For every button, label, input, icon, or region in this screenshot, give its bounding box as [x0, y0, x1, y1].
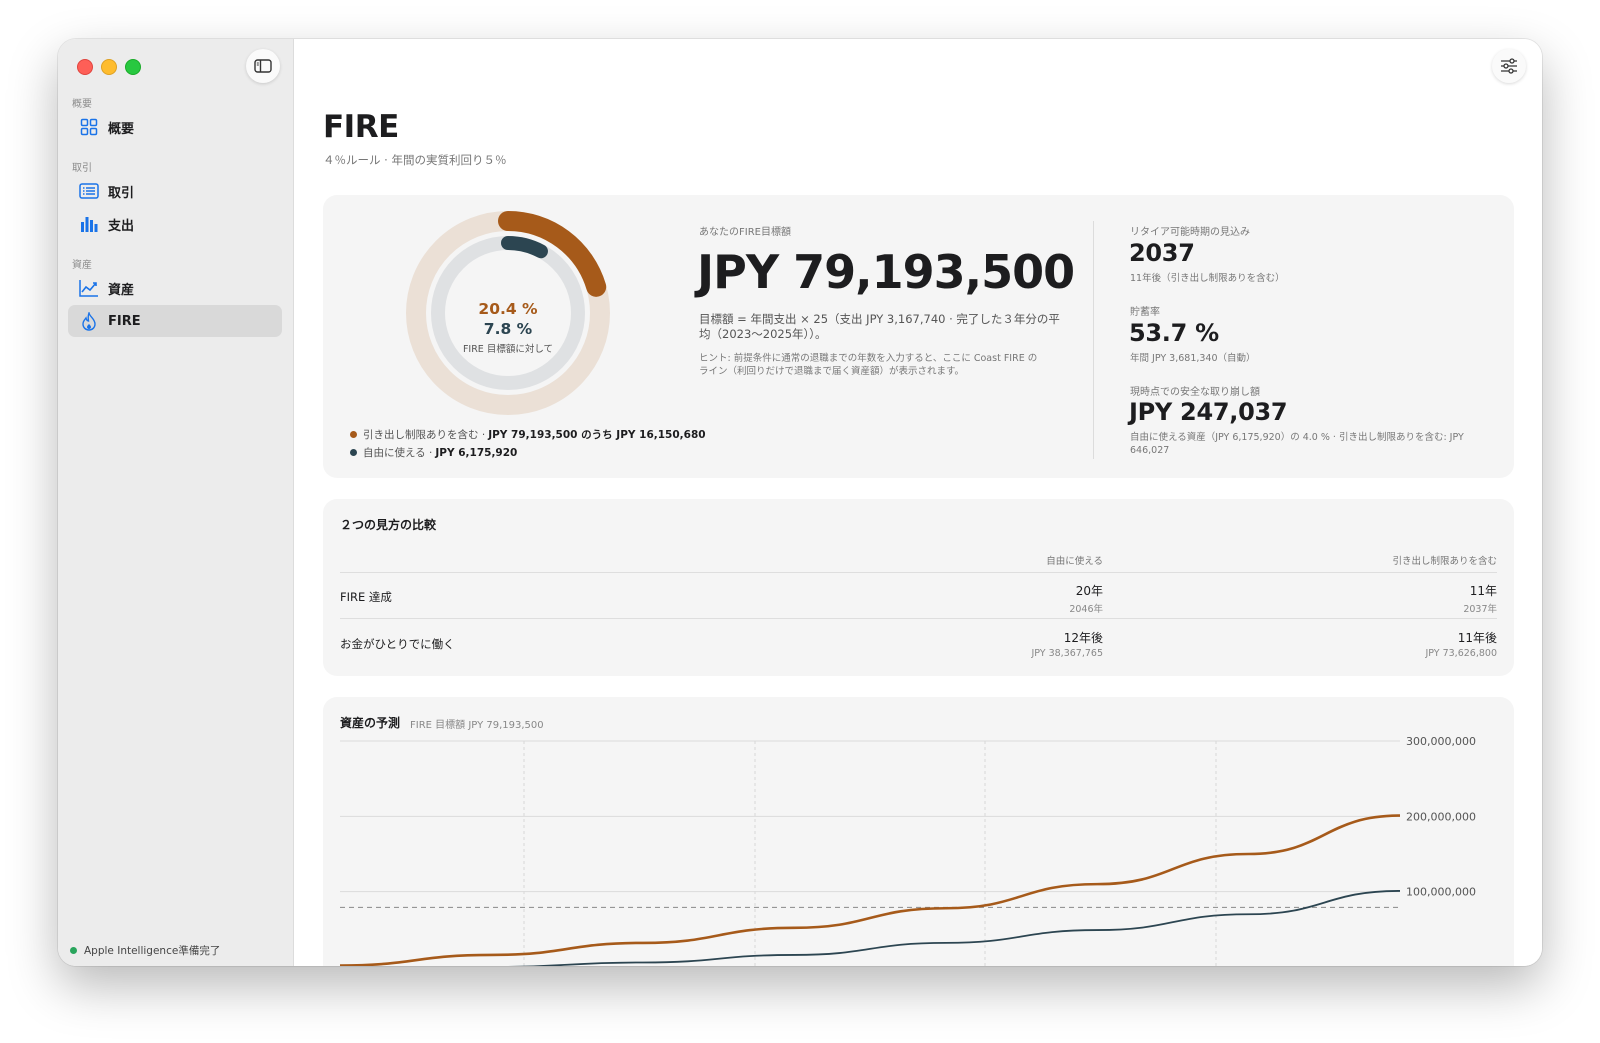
cell-sub: JPY 38,367,765 — [1031, 648, 1103, 659]
sidebar: 概要 概要 取引 取引 支出 資産 資産 FIRE Apple Intellig… — [58, 39, 294, 966]
cell-main: 20年 — [1075, 584, 1103, 598]
zoom-window-button[interactable] — [125, 59, 141, 75]
cell-main: 12年後 — [1063, 631, 1103, 645]
status-dot-icon — [70, 947, 77, 954]
goal-amount: JPY 79,193,500 — [697, 245, 1075, 299]
goal-hint: ヒント: 前提条件に通常の退職までの年数を入力すると、ここに Coast FIR… — [699, 353, 1038, 377]
savings-rate-value: 53.7 % — [1129, 319, 1219, 347]
status-text: Apple Intelligence準備完了 — [84, 945, 221, 957]
y-tick-label: 200,000,000 — [1406, 810, 1476, 823]
sidebar-section-transactions: 取引 — [72, 163, 92, 174]
fire-summary-card: 20.4 % 7.8 % FIRE 目標額に対して 引き出し制限ありを含む · … — [323, 195, 1514, 478]
status-indicator: Apple Intelligence準備完了 — [70, 943, 220, 958]
projection-card: 資産の予測 FIRE 目標額 JPY 79,193,500 300,000,00… — [323, 697, 1514, 966]
table-divider — [340, 618, 1497, 619]
app-window: 概要 概要 取引 取引 支出 資産 資産 FIRE Apple Intellig… — [58, 39, 1542, 966]
sidebar-item-label: FIRE — [108, 313, 141, 329]
projection-chart: 300,000,000 200,000,000 100,000,000 — [339, 735, 1476, 966]
safe-withdrawal-sub: 自由に使える資産（JPY 6,175,920）の 4.0 % · 引き出し制限あ… — [1130, 432, 1464, 456]
savings-rate-sub: 年間 JPY 3,681,340（自動） — [1130, 353, 1256, 364]
legend-dot-icon — [350, 431, 357, 438]
sidebar-toggle-button[interactable] — [246, 49, 280, 83]
minimize-window-button[interactable] — [101, 59, 117, 75]
legend-label: 自由に使える · — [363, 447, 433, 459]
row-label-fire: FIRE 達成 — [340, 590, 392, 604]
cell-main: 11年後 — [1457, 631, 1497, 645]
settings-button[interactable] — [1492, 49, 1526, 83]
progress-caption: FIRE 目標額に対して — [462, 344, 554, 355]
retire-year-caption: リタイア可能時期の見込み — [1130, 227, 1250, 238]
sidebar-item-label: 取引 — [108, 185, 135, 201]
line-chart-icon — [78, 277, 100, 299]
cell-sub: 2046年 — [1069, 604, 1103, 615]
series-line-locked — [339, 814, 1401, 966]
sidebar-section-assets: 資産 — [72, 260, 92, 271]
legend-value: JPY 79,193,500 のうち JPY 16,150,680 — [488, 429, 706, 441]
flame-icon — [78, 310, 100, 332]
cell-coast-locked: 11年後 JPY 73,626,800 — [1425, 629, 1497, 659]
comparison-title: ２つの見方の比較 — [340, 518, 437, 532]
cell-fire-locked: 11年 2037年 — [1463, 582, 1497, 615]
table-divider — [340, 572, 1497, 573]
sidebar-icon — [254, 59, 272, 73]
legend-free: 自由に使える · JPY 6,175,920 — [350, 445, 517, 460]
legend-locked: 引き出し制限ありを含む · JPY 79,193,500 のうち JPY 16,… — [350, 427, 706, 442]
locked-progress-percent: 20.4 % — [478, 300, 538, 318]
cell-coast-free: 12年後 JPY 38,367,765 — [1031, 629, 1103, 659]
grid-icon — [78, 116, 100, 138]
retire-year-sub: 11年後（引き出し制限ありを含む） — [1130, 273, 1285, 284]
page-subtitle: ４％ルール · 年間の実質利回り５％ — [323, 153, 507, 167]
cell-fire-free: 20年 2046年 — [1069, 582, 1103, 615]
retire-year-value: 2037 — [1129, 239, 1195, 267]
goal-formula: 目標額 = 年間支出 × 25（支出 JPY 3,167,740 · 完了した３… — [699, 312, 1060, 341]
legend-label: 引き出し制限ありを含む · — [363, 429, 486, 441]
comparison-card: ２つの見方の比較 自由に使える 引き出し制限ありを含む FIRE 達成 20年 … — [323, 499, 1514, 676]
sidebar-item-expenses[interactable]: 支出 — [68, 208, 282, 240]
list-icon — [78, 180, 100, 202]
safe-withdrawal-value: JPY 247,037 — [1129, 398, 1288, 426]
progress-donut: 20.4 % 7.8 % FIRE 目標額に対して — [403, 208, 613, 418]
safe-withdrawal-caption: 現時点での安全な取り崩し額 — [1130, 387, 1260, 398]
divider — [1093, 221, 1094, 459]
row-label-coast: お金がひとりでに働く — [340, 637, 455, 651]
close-window-button[interactable] — [77, 59, 93, 75]
cell-sub: 2037年 — [1463, 604, 1497, 615]
column-header-free: 自由に使える — [1046, 556, 1103, 567]
cell-sub: JPY 73,626,800 — [1425, 648, 1497, 659]
free-progress-percent: 7.8 % — [483, 320, 533, 338]
sidebar-item-overview[interactable]: 概要 — [68, 111, 282, 143]
main-content: FIRE ４％ルール · 年間の実質利回り５％ 20.4 % 7.8 % FIR… — [294, 39, 1542, 966]
legend-value: JPY 6,175,920 — [435, 446, 518, 459]
sidebar-item-fire[interactable]: FIRE — [68, 305, 282, 337]
sidebar-item-label: 概要 — [108, 121, 135, 137]
goal-caption: あなたのFIRE目標額 — [699, 227, 791, 238]
y-tick-label: 300,000,000 — [1406, 735, 1476, 748]
bar-chart-icon — [78, 213, 100, 235]
column-header-locked: 引き出し制限ありを含む — [1392, 556, 1497, 567]
sidebar-section-overview: 概要 — [72, 99, 92, 110]
cell-main: 11年 — [1469, 584, 1497, 598]
page-title: FIRE — [323, 109, 399, 145]
sidebar-item-label: 資産 — [108, 282, 135, 298]
sliders-icon — [1501, 58, 1517, 74]
legend-dot-icon — [350, 449, 357, 456]
y-tick-label: 100,000,000 — [1406, 886, 1476, 899]
sidebar-item-assets[interactable]: 資産 — [68, 272, 282, 304]
sidebar-item-transactions[interactable]: 取引 — [68, 175, 282, 207]
savings-rate-caption: 貯蓄率 — [1130, 307, 1160, 318]
sidebar-item-label: 支出 — [108, 218, 135, 234]
